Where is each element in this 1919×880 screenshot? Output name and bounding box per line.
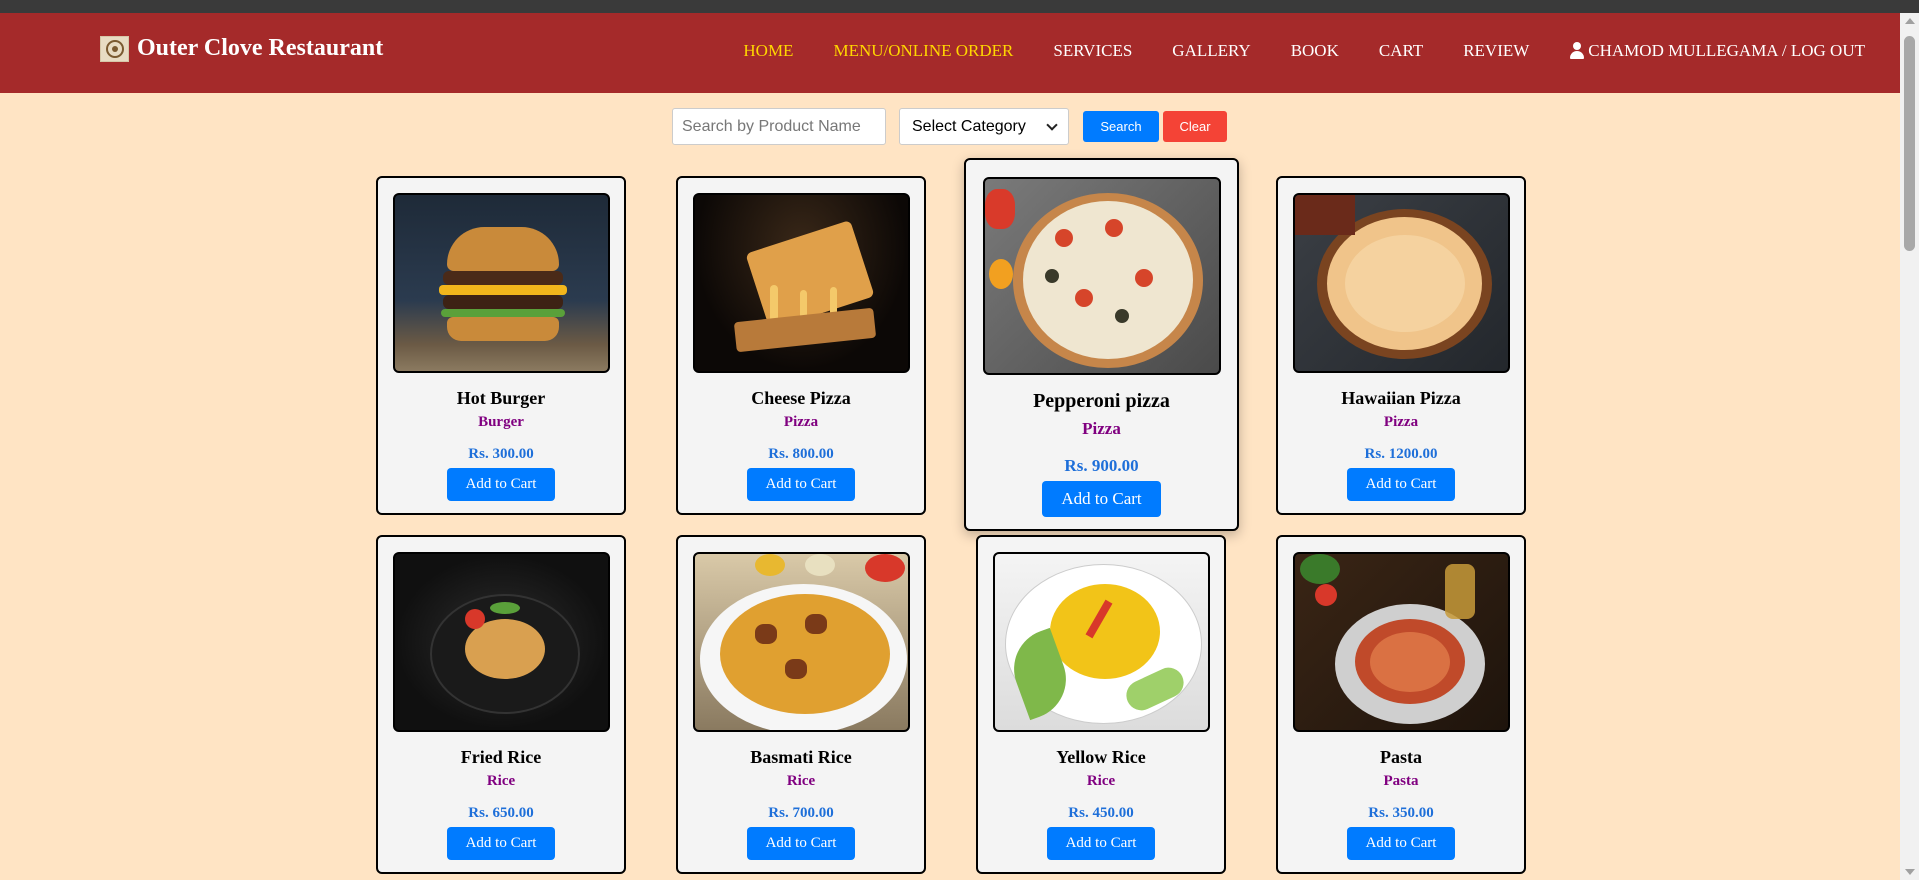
add-to-cart-button[interactable]: Add to Cart — [1347, 468, 1455, 501]
product-card: Basmati Rice Rice Rs. 700.00 Add to Cart — [676, 535, 926, 874]
product-image-cheese-pizza — [693, 193, 910, 373]
product-name: Fried Rice — [460, 747, 542, 767]
product-image-hawaiian-pizza — [1293, 193, 1510, 373]
nav-user-logout[interactable]: CHAMOD MULLEGAMA / LOG OUT — [1569, 41, 1865, 61]
nav-review[interactable]: REVIEW — [1463, 41, 1529, 61]
product-price: Rs. 1200.00 — [1364, 446, 1438, 462]
product-name: Hot Burger — [456, 388, 546, 408]
product-price: Rs. 800.00 — [768, 446, 834, 462]
nav-links: HOME MENU/ONLINE ORDER SERVICES GALLERY … — [703, 41, 1865, 61]
product-card: Pasta Pasta Rs. 350.00 Add to Cart — [1276, 535, 1526, 874]
product-price: Rs. 650.00 — [468, 805, 534, 821]
navbar: Outer Clove Restaurant HOME MENU/ONLINE … — [0, 13, 1900, 93]
nav-gallery[interactable]: GALLERY — [1172, 41, 1250, 61]
brand-name: Outer Clove Restaurant — [137, 35, 384, 61]
add-to-cart-button[interactable]: Add to Cart — [447, 827, 555, 860]
product-image-pepperoni-pizza — [983, 177, 1221, 375]
add-to-cart-button[interactable]: Add to Cart — [1347, 827, 1455, 860]
nav-services[interactable]: SERVICES — [1053, 41, 1132, 61]
product-name: Pasta — [1380, 747, 1422, 767]
product-category: Rice — [486, 773, 516, 789]
product-image-pasta — [1293, 552, 1510, 732]
chevron-down-icon — [1046, 118, 1058, 131]
add-to-cart-button[interactable]: Add to Cart — [1042, 481, 1161, 517]
product-price: Rs. 450.00 — [1068, 805, 1134, 821]
product-card: Hawaiian Pizza Pizza Rs. 1200.00 Add to … — [1276, 176, 1526, 515]
product-card: Yellow Rice Rice Rs. 450.00 Add to Cart — [976, 535, 1226, 874]
add-to-cart-button[interactable]: Add to Cart — [447, 468, 555, 501]
add-to-cart-button[interactable]: Add to Cart — [747, 468, 855, 501]
product-image-fried-rice — [393, 552, 610, 732]
scrollbar-thumb[interactable] — [1904, 36, 1915, 251]
nav-book[interactable]: BOOK — [1291, 41, 1339, 61]
product-name: Pepperoni pizza — [1033, 390, 1170, 412]
search-button[interactable]: Search — [1083, 111, 1159, 142]
product-name: Basmati Rice — [750, 747, 852, 767]
product-name: Cheese Pizza — [751, 388, 851, 408]
scroll-down-arrow-icon[interactable] — [1905, 869, 1915, 875]
restaurant-logo-icon — [100, 35, 129, 62]
category-select[interactable]: Select Category — [899, 108, 1069, 145]
product-price: Rs. 900.00 — [1064, 456, 1139, 475]
product-category: Pasta — [1383, 773, 1419, 789]
product-image-hot-burger — [393, 193, 610, 373]
nav-cart[interactable]: CART — [1379, 41, 1423, 61]
page-scrollbar[interactable] — [1900, 13, 1919, 880]
product-card: Hot Burger Burger Rs. 300.00 Add to Cart — [376, 176, 626, 515]
add-to-cart-button[interactable]: Add to Cart — [747, 827, 855, 860]
search-bar: Select Category Search Clear — [672, 108, 1227, 145]
product-name: Yellow Rice — [1056, 747, 1146, 767]
nav-menu-online-order[interactable]: MENU/ONLINE ORDER — [833, 41, 1013, 61]
product-category: Rice — [1086, 773, 1116, 789]
clear-button[interactable]: Clear — [1163, 111, 1227, 142]
product-name: Hawaiian Pizza — [1341, 388, 1461, 408]
browser-top-strip — [0, 0, 1919, 13]
product-price: Rs. 350.00 — [1368, 805, 1434, 821]
product-category: Pizza — [1082, 419, 1121, 438]
product-card: Fried Rice Rice Rs. 650.00 Add to Cart — [376, 535, 626, 874]
user-icon — [1569, 42, 1585, 60]
product-card: Cheese Pizza Pizza Rs. 800.00 Add to Car… — [676, 176, 926, 515]
scroll-up-arrow-icon[interactable] — [1905, 18, 1915, 24]
search-input[interactable] — [672, 108, 886, 145]
product-category: Pizza — [783, 414, 819, 430]
product-image-yellow-rice — [993, 552, 1210, 732]
user-logout-label: CHAMOD MULLEGAMA / LOG OUT — [1588, 41, 1865, 60]
product-category: Rice — [786, 773, 816, 789]
add-to-cart-button[interactable]: Add to Cart — [1047, 827, 1155, 860]
product-price: Rs. 300.00 — [468, 446, 534, 462]
brand[interactable]: Outer Clove Restaurant — [100, 35, 383, 62]
product-card-highlighted: Pepperoni pizza Pizza Rs. 900.00 Add to … — [964, 158, 1239, 531]
product-image-basmati-rice — [693, 552, 910, 732]
product-category: Pizza — [1383, 414, 1419, 430]
product-price: Rs. 700.00 — [768, 805, 834, 821]
nav-home[interactable]: HOME — [743, 41, 793, 61]
category-select-value: Select Category — [912, 117, 1026, 135]
product-category: Burger — [478, 414, 524, 430]
